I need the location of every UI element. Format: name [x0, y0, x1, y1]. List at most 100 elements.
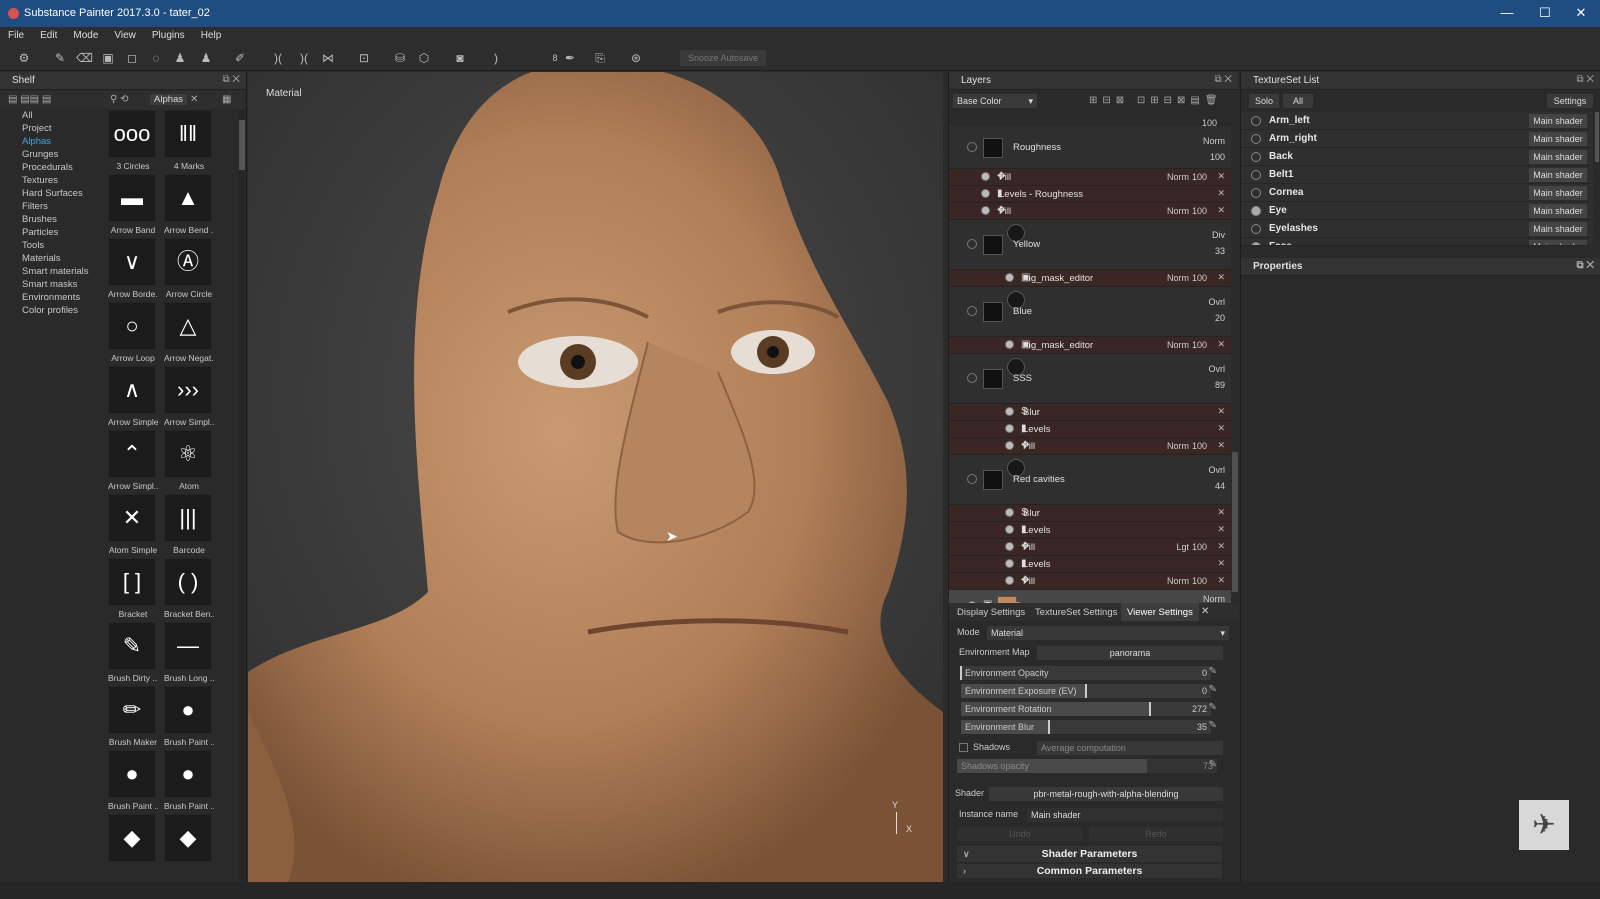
shelf-item[interactable]: ooo 3 Circles — [108, 110, 158, 172]
shelf-item[interactable]: ✎ Brush Dirty ... — [108, 622, 158, 684]
layer-row-fill[interactable]: ✥ Fill Norm 100 ✕ — [949, 573, 1231, 590]
textureset-item-cornea[interactable]: Cornea Main shader — [1241, 184, 1593, 202]
shelf-category-materials[interactable]: Materials — [22, 253, 61, 264]
slider-knob[interactable] — [1148, 702, 1151, 716]
pen-icon[interactable]: ✒ — [562, 51, 578, 65]
shelf-item[interactable]: — Brush Long ... — [164, 622, 214, 684]
shelf-item[interactable]: ||| Barcode — [164, 494, 214, 556]
menu-file[interactable]: File — [0, 27, 32, 41]
shelf-item[interactable]: ◆ — [164, 814, 214, 876]
layer-row-fill[interactable]: ✥ Fill Norm 100 ✕ — [949, 203, 1231, 220]
layer-row-fill[interactable]: ✥ Fill Norm 100 ✕ — [949, 169, 1231, 186]
maximize-button[interactable]: ☐ — [1530, 4, 1560, 22]
textureset-item-eyelashes[interactable]: Eyelashes Main shader — [1241, 220, 1593, 238]
visibility-toggle-icon[interactable] — [1005, 559, 1014, 568]
panel-float-close-icon[interactable]: ⧉ ✕ — [1576, 74, 1594, 85]
shader-dropdown[interactable]: pbr-metal-rough-with-alpha-blending — [989, 787, 1223, 801]
shelf-item[interactable]: ››› Arrow Simpl... — [164, 366, 214, 428]
menu-help[interactable]: Help — [193, 27, 230, 41]
remove-effect-icon[interactable]: ✕ — [1217, 272, 1225, 283]
shadows-opacity-slider[interactable]: Shadows opacity 73 — [957, 759, 1217, 773]
remove-effect-icon[interactable]: ✕ — [1217, 188, 1225, 199]
visibility-toggle-icon[interactable] — [1005, 508, 1014, 517]
textureset-radio[interactable] — [1251, 116, 1261, 126]
shelf-item[interactable]: △ Arrow Negat... — [164, 302, 214, 364]
visibility-toggle-icon[interactable] — [981, 172, 990, 181]
instance-name-input[interactable]: Main shader — [1027, 808, 1223, 822]
shader-assign-button[interactable]: Main shader — [1529, 168, 1587, 182]
eraser-icon[interactable]: ⌫ — [76, 51, 93, 65]
visibility-toggle-icon[interactable] — [967, 306, 977, 316]
shadows-checkbox[interactable] — [959, 743, 968, 752]
close-window-button[interactable]: ✕ — [1566, 4, 1596, 22]
lighting-icon[interactable]: ) — [488, 51, 504, 65]
shelf-item[interactable]: ⚛ Atom — [164, 430, 214, 492]
remove-effect-icon[interactable]: ✕ — [1217, 171, 1225, 182]
layers-scrollbar[interactable] — [1232, 452, 1238, 592]
panel-float-close-icon[interactable]: ⧉ ✕ — [1214, 74, 1232, 85]
layer-row-sss[interactable]: SSS Ovrl 89 — [949, 354, 1231, 404]
shelf-category-smart-materials[interactable]: Smart materials — [22, 266, 89, 277]
shelf-category-procedurals[interactable]: Procedurals — [22, 162, 73, 173]
visibility-toggle-icon[interactable] — [967, 474, 977, 484]
layer-row-levels[interactable]: ▮ Levels ✕ — [949, 522, 1231, 539]
shelf-category-grunges[interactable]: Grunges — [22, 149, 58, 160]
layer-row-yellow[interactable]: Yellow Div 33 — [949, 220, 1231, 270]
export-icon[interactable]: ⎘ — [592, 51, 608, 65]
tab-viewer-settings[interactable]: Viewer Settings — [1121, 603, 1199, 621]
shelf-item[interactable]: ‖‖ 4 Marks — [164, 110, 214, 172]
textureset-radio[interactable] — [1251, 134, 1261, 144]
visibility-toggle-icon[interactable] — [1005, 441, 1014, 450]
shelf-category-textures[interactable]: Textures — [22, 175, 58, 186]
paint-brush-icon[interactable]: ✎ — [52, 51, 68, 65]
redo-button[interactable]: Redo — [1089, 827, 1223, 841]
textureset-item-back[interactable]: Back Main shader — [1241, 148, 1593, 166]
grid-view-icon[interactable]: ▦ — [222, 94, 231, 105]
shelf-scrollbar[interactable] — [239, 110, 245, 880]
textureset-scrollbar[interactable] — [1595, 112, 1599, 162]
visibility-toggle-icon[interactable] — [1005, 542, 1014, 551]
visibility-toggle-icon[interactable] — [967, 239, 977, 249]
textureset-radio[interactable] — [1251, 170, 1261, 180]
layer-row-levels[interactable]: ▮ Levels ✕ — [949, 556, 1231, 573]
polygon-fill-icon[interactable]: ◻ — [124, 51, 140, 65]
visibility-toggle-icon[interactable] — [981, 189, 990, 198]
cube-view-icon[interactable]: ⬡ — [416, 51, 432, 65]
undo-button[interactable]: Undo — [957, 827, 1083, 841]
filter-tag-alphas[interactable]: Alphas — [150, 94, 188, 105]
shelf-category-tools[interactable]: Tools — [22, 240, 44, 251]
textureset-radio[interactable] — [1251, 188, 1261, 198]
shelf-item[interactable]: ⌃ Arrow Simpl... — [108, 430, 158, 492]
layer-row-mg-mask-editor[interactable]: ▣ mg_mask_editor Norm 100 ✕ — [949, 270, 1231, 287]
smudge-icon[interactable]: ◌ — [148, 51, 164, 65]
shelf-item[interactable]: ▲ Arrow Bend ... — [164, 174, 214, 236]
shelf-category-brushes[interactable]: Brushes — [22, 214, 57, 225]
layer-row-red-cavities[interactable]: Red cavities Ovrl 44 — [949, 455, 1231, 505]
layer-row-blur[interactable]: S Blur ✕ — [949, 404, 1231, 421]
shelf-category-filters[interactable]: Filters — [22, 201, 48, 212]
visibility-toggle-icon[interactable] — [981, 206, 990, 215]
visibility-toggle-icon[interactable] — [967, 142, 977, 152]
shelf-item[interactable]: Ⓐ Arrow Circle — [164, 238, 214, 300]
slider-environment-blur[interactable]: Environment Blur 35 — [961, 720, 1211, 734]
env-map-field[interactable]: panorama — [1037, 646, 1223, 660]
frame-icon[interactable]: ⊡ — [356, 51, 372, 65]
layer-row-fill[interactable]: ✥ Fill Norm 100 ✕ — [949, 438, 1231, 455]
visibility-toggle-icon[interactable] — [1005, 407, 1014, 416]
panel-float-close-icon[interactable]: ⧉ ✕ — [222, 74, 240, 85]
remove-effect-icon[interactable]: ✕ — [1217, 507, 1225, 518]
symmetry-icon[interactable]: )( — [270, 51, 286, 65]
textureset-item-belt1[interactable]: Belt1 Main shader — [1241, 166, 1593, 184]
remove-effect-icon[interactable]: ✕ — [1217, 423, 1225, 434]
3d-viewport[interactable]: Material Y X ➤ — [248, 72, 943, 882]
shelf-item[interactable]: ∨ Arrow Borde... — [108, 238, 158, 300]
shelf-item[interactable]: ◆ — [108, 814, 158, 876]
shelf-category-color-profiles[interactable]: Color profiles — [22, 305, 78, 316]
remove-effect-icon[interactable]: ✕ — [1217, 524, 1225, 535]
filter-icon[interactable]: ⚲ ⟲ — [110, 94, 128, 105]
minimize-button[interactable]: — — [1492, 4, 1522, 22]
edit-pencil-icon[interactable]: ✎ — [1209, 666, 1217, 677]
shelf-item[interactable]: ▬ Arrow Band — [108, 174, 158, 236]
shelf-category-all[interactable]: All — [22, 110, 33, 121]
menu-mode[interactable]: Mode — [65, 27, 106, 41]
